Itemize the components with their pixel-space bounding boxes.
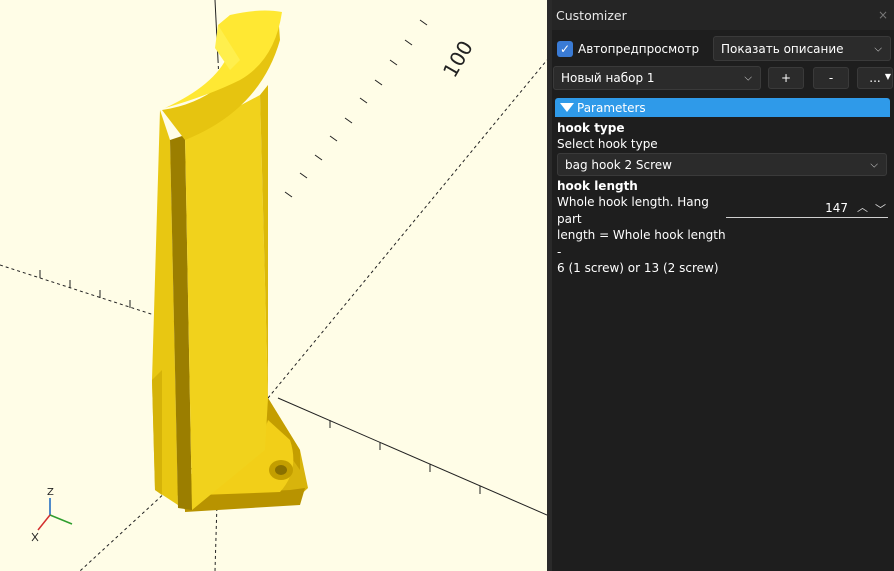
description-mode-select[interactable]: Показать описание ⌵ [713, 36, 891, 61]
axis-scale-label: 100 [438, 36, 478, 81]
customizer-panel: Customizer × ✓ Автопредпросмотр Показать… [552, 0, 894, 571]
chevron-up-icon[interactable]: ︿ [857, 199, 868, 215]
hook-type-select[interactable]: bag hook 2 Screw ⌵ [557, 153, 887, 176]
axis-x-positive [277, 397, 547, 516]
more-label: ... [869, 71, 881, 85]
hook-model [152, 10, 308, 512]
preset-value: Новый набор 1 [561, 71, 655, 85]
parameters-section-header[interactable]: Parameters [555, 98, 890, 117]
chevron-down-icon: ⌵ [870, 159, 878, 170]
remove-preset-button[interactable]: - [813, 67, 849, 89]
param-name-hook-type: hook type [557, 121, 625, 135]
auto-preview-checkbox[interactable]: ✓ Автопредпросмотр [557, 39, 707, 59]
preset-more-button[interactable]: ... ▼ [857, 67, 893, 89]
axis-y-positive [267, 59, 547, 399]
3d-viewport[interactable]: 100 Z [0, 0, 547, 571]
preset-select[interactable]: Новый набор 1 ⌵ [553, 66, 761, 90]
param-desc-hook-type: Select hook type [557, 137, 658, 151]
chevron-down-icon[interactable]: ﹀ [875, 201, 886, 217]
add-preset-button[interactable]: + [768, 67, 804, 89]
hook-length-value: 147 [825, 201, 848, 215]
description-mode-value: Показать описание [721, 41, 844, 56]
customizer-titlebar: Customizer × [552, 0, 894, 30]
close-icon[interactable]: × [878, 8, 888, 22]
checkbox-checked-icon: ✓ [557, 41, 573, 57]
auto-preview-label: Автопредпросмотр [578, 42, 700, 56]
customizer-title: Customizer [556, 7, 627, 23]
hook-type-value: bag hook 2 Screw [565, 157, 672, 172]
chevron-down-icon: ⌵ [874, 43, 882, 54]
section-label: Parameters [577, 100, 646, 115]
triangle-down-icon [560, 103, 574, 112]
hook-length-spinbox[interactable]: 147 ︿ ﹀ [726, 200, 888, 218]
param-desc-hook-length: Whole hook length. Hang part length = Wh… [557, 195, 726, 275]
axis-gizmo: Z [31, 487, 73, 542]
svg-text:Z: Z [47, 487, 54, 498]
viewport-scene: 100 Z [0, 0, 547, 571]
chevron-down-icon: ⌵ [744, 72, 752, 84]
dropdown-arrow-icon: ▼ [884, 72, 891, 81]
param-name-hook-length: hook length [557, 179, 638, 193]
